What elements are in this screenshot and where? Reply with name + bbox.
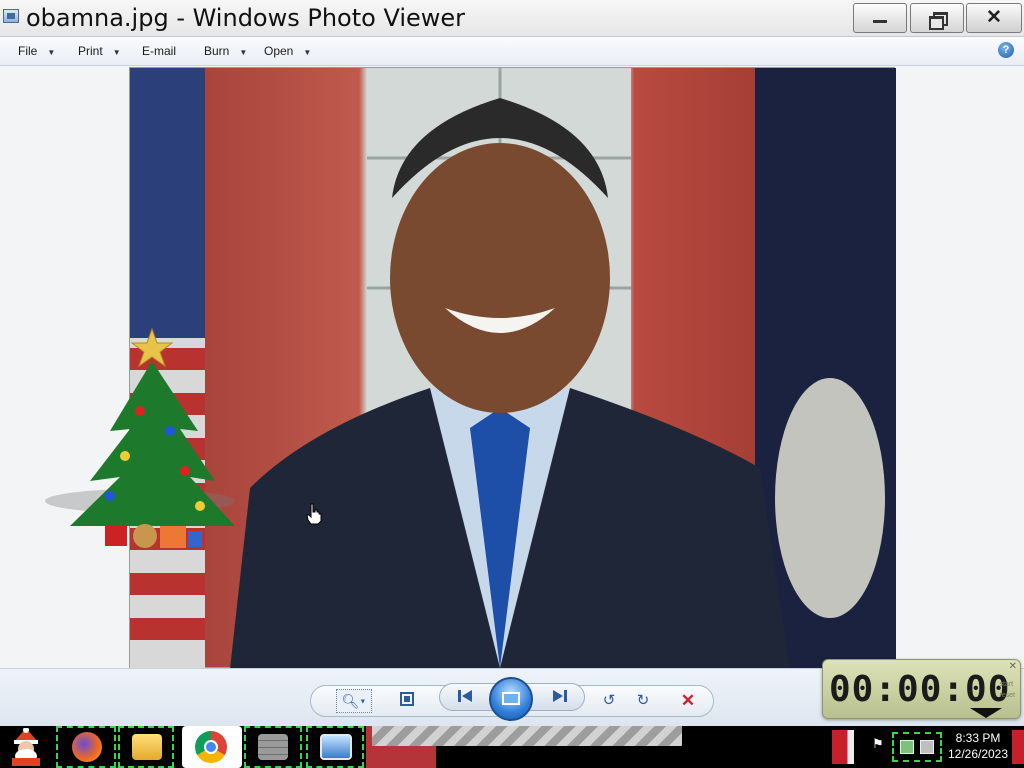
restore-button[interactable]: [910, 3, 964, 33]
window-title: obamna.jpg - Windows Photo Viewer: [26, 4, 466, 32]
minimize-icon: [873, 20, 887, 24]
taskbar-chrome[interactable]: [182, 726, 242, 768]
taskbar-firefox[interactable]: [56, 726, 116, 768]
stopwatch-start[interactable]: start: [999, 679, 1015, 690]
flag-icon[interactable]: ⚑: [872, 736, 888, 754]
taskbar: ⚑ 8:33 PM 12/26/2023: [0, 726, 1024, 768]
rotate-counterclockwise-icon: ↺: [602, 692, 616, 709]
menu-bar: File ▼ Print ▼ E-mail Burn ▼ Open ▼ ?: [0, 37, 1024, 66]
face: [390, 143, 610, 413]
taskbar-photo-viewer[interactable]: [306, 726, 364, 768]
next-icon: [553, 690, 567, 702]
stopwatch-reset[interactable]: reset: [999, 690, 1015, 701]
actual-size-button[interactable]: [394, 690, 420, 712]
tray-clock[interactable]: 8:33 PM 12/26/2023: [946, 730, 1010, 762]
photo-viewer-icon: [320, 734, 352, 760]
clock-time: 8:33 PM: [955, 731, 1001, 745]
previous-icon: [458, 690, 472, 702]
slideshow-button[interactable]: [489, 677, 533, 721]
image-viewer-area[interactable]: [0, 66, 1024, 669]
christmas-tree-icon: [45, 327, 235, 548]
stopwatch-controls[interactable]: start reset: [999, 679, 1015, 701]
menu-email-label: E-mail: [142, 44, 177, 58]
rotate-clockwise-icon: ↻: [636, 692, 650, 709]
chevron-down-icon: ▼: [112, 48, 121, 57]
menu-print[interactable]: Print ▼: [78, 37, 121, 65]
menu-open[interactable]: Open ▼: [264, 37, 311, 65]
menu-open-label: Open: [264, 44, 294, 58]
menu-burn[interactable]: Burn ▼: [204, 37, 247, 65]
rotate-clockwise-button[interactable]: ↻: [630, 690, 656, 712]
menu-file[interactable]: File ▼: [18, 37, 55, 65]
menu-print-label: Print: [78, 44, 103, 58]
santa-start-icon[interactable]: [4, 727, 48, 766]
chevron-down-icon: ▼: [303, 48, 312, 57]
taskbar-progress-strip: [372, 726, 682, 746]
close-button[interactable]: ✕: [966, 3, 1022, 33]
title-bar: obamna.jpg - Windows Photo Viewer ✕: [0, 0, 1024, 37]
rotate-counterclockwise-button[interactable]: ↺: [596, 690, 622, 712]
delete-button[interactable]: ✕: [675, 690, 701, 712]
menu-file-label: File: [18, 44, 38, 58]
gadget-close-icon[interactable]: ✕: [1009, 661, 1017, 672]
restore-icon: [929, 11, 948, 30]
hand-cursor-icon: [306, 503, 322, 525]
zoom-button[interactable]: 🔍︎▼: [336, 689, 372, 713]
stopwatch-time: 00:00:00: [829, 669, 1011, 710]
chevron-down-icon: ▼: [359, 698, 367, 706]
menu-burn-label: Burn: [204, 44, 230, 58]
close-icon: ✕: [986, 7, 1002, 28]
magnifier-icon: 🔍︎: [341, 693, 360, 709]
previous-button[interactable]: [452, 688, 478, 710]
fit-window-icon: [400, 692, 414, 706]
clock-date: 12/26/2023: [947, 747, 1009, 761]
slideshow-icon: [502, 692, 520, 705]
taskbar-file-explorer[interactable]: [118, 726, 174, 768]
chevron-down-icon: ▼: [239, 48, 248, 57]
stopwatch-pointer: [970, 708, 1002, 718]
photo-viewer-app-icon: [3, 9, 19, 23]
tray-red-icon[interactable]: [832, 730, 854, 764]
wall-icon: [258, 734, 288, 760]
chrome-icon: [195, 731, 227, 763]
show-desktop-button[interactable]: [1012, 730, 1024, 764]
minimize-button[interactable]: [853, 3, 907, 33]
firefox-icon: [72, 732, 102, 762]
next-button[interactable]: [547, 688, 573, 710]
file-explorer-icon: [132, 734, 162, 760]
tray-network-icon[interactable]: [892, 732, 942, 762]
help-icon[interactable]: ?: [998, 42, 1014, 58]
chevron-down-icon: ▼: [47, 48, 56, 57]
stopwatch-gadget[interactable]: 00:00:00 ✕ start reset: [822, 659, 1021, 719]
delete-icon: ✕: [680, 691, 696, 710]
menu-email[interactable]: E-mail: [142, 37, 176, 65]
taskbar-wall-app[interactable]: [244, 726, 302, 768]
